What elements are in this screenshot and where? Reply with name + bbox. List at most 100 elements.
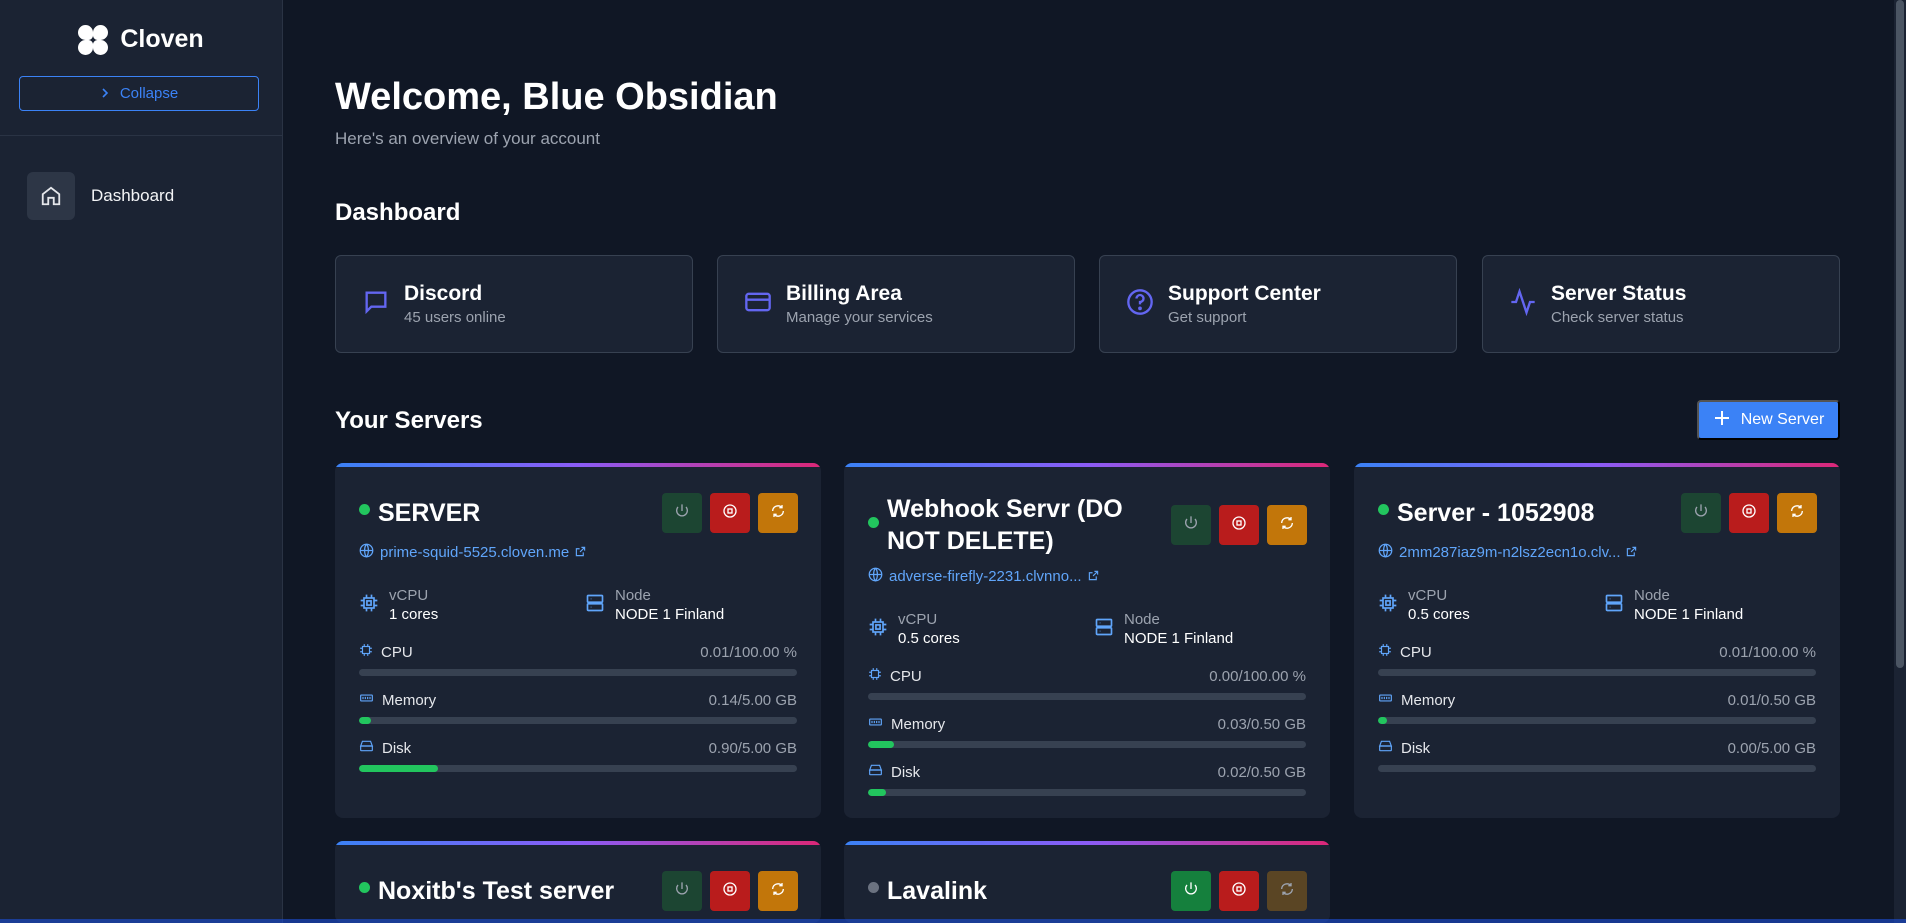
external-link-icon <box>1626 544 1637 561</box>
sidebar-divider <box>0 135 283 136</box>
stop-icon <box>722 503 738 524</box>
disk-meter: Disk 0.02/0.50 GB <box>868 763 1306 796</box>
server-card[interactable]: Webhook Servr (DO NOT DELETE) adverse-fi… <box>844 463 1330 818</box>
sidebar-item-label: Dashboard <box>91 186 175 205</box>
cpu-meter: CPU 0.01/100.00 % <box>359 643 797 676</box>
card-accent-bar <box>335 841 821 845</box>
power-button[interactable] <box>1171 871 1211 911</box>
discord-card[interactable]: Discord 45 users online <box>335 255 693 353</box>
meter-label: Memory <box>891 715 946 733</box>
meter-value: 0.00/100.00 % <box>1209 667 1306 685</box>
power-button[interactable] <box>662 493 702 533</box>
server-name: Server - 1052908 <box>1397 499 1595 527</box>
cpu-meter: CPU 0.00/100.00 % <box>868 667 1306 700</box>
power-button[interactable] <box>1171 505 1211 545</box>
spec-value: 0.5 cores <box>898 630 960 647</box>
restart-button[interactable] <box>1267 871 1307 911</box>
power-button[interactable] <box>662 871 702 911</box>
refresh-icon <box>770 503 786 524</box>
spec-value: NODE 1 Finland <box>615 606 725 623</box>
meter-label: Memory <box>382 691 437 709</box>
server-address-link[interactable]: 2mm287iaz9m-n2lsz2ecn1o.clv... <box>1378 543 1637 562</box>
cpu-chip-icon <box>1378 643 1392 661</box>
cpu-chip-icon <box>868 667 882 685</box>
stop-button[interactable] <box>710 871 750 911</box>
stop-button[interactable] <box>710 493 750 533</box>
chat-icon <box>362 288 390 321</box>
memory-meter: Memory 0.03/0.50 GB <box>868 715 1306 748</box>
restart-button[interactable] <box>758 871 798 911</box>
server-card[interactable]: Server - 1052908 2mm287iaz9m-n2lsz2ecn1o… <box>1354 463 1840 818</box>
spec-label: Node <box>615 587 651 604</box>
external-link-icon <box>1088 568 1099 585</box>
scrollbar-thumb[interactable] <box>1896 0 1904 668</box>
meter-label: CPU <box>1400 643 1432 661</box>
brand-name: Cloven <box>120 24 204 53</box>
card-subtitle: Check server status <box>1551 309 1684 326</box>
status-online-dot <box>1378 504 1389 515</box>
new-server-button[interactable]: New Server <box>1697 400 1840 440</box>
server-address-link[interactable]: prime-squid-5525.cloven.me <box>359 543 586 562</box>
meter-value: 0.00/5.00 GB <box>1727 739 1816 757</box>
plus-icon <box>1713 409 1731 432</box>
restart-button[interactable] <box>1267 505 1307 545</box>
card-title: Discord <box>404 282 483 305</box>
node-spec: Node NODE 1 Finland <box>1604 587 1743 623</box>
card-title: Support Center <box>1168 282 1321 305</box>
meter-value: 0.01/100.00 % <box>1719 643 1816 661</box>
card-subtitle: Get support <box>1168 309 1247 326</box>
power-icon <box>674 503 690 524</box>
memory-meter: Memory 0.14/5.00 GB <box>359 691 797 724</box>
new-server-label: New Server <box>1740 411 1825 428</box>
card-subtitle: Manage your services <box>786 309 933 326</box>
dashboard-heading: Dashboard <box>335 199 461 226</box>
server-address-link[interactable]: adverse-firefly-2231.clvnno... <box>868 567 1099 586</box>
stop-button[interactable] <box>1729 493 1769 533</box>
restart-button[interactable] <box>758 493 798 533</box>
spec-value: NODE 1 Finland <box>1634 606 1744 623</box>
server-card[interactable]: Lavalink <box>844 841 1330 923</box>
support-card[interactable]: Support Center Get support <box>1099 255 1457 353</box>
server-name: Lavalink <box>887 877 988 905</box>
billing-card[interactable]: Billing Area Manage your services <box>717 255 1075 353</box>
spec-value: 0.5 cores <box>1408 606 1470 623</box>
meter-fill <box>868 789 886 796</box>
collapse-button[interactable]: Collapse <box>19 76 259 111</box>
credit-card-icon <box>744 288 772 321</box>
collapse-label: Collapse <box>119 85 179 102</box>
server-rack-icon <box>1094 617 1114 642</box>
meter-label: Disk <box>1401 739 1431 757</box>
power-button[interactable] <box>1681 493 1721 533</box>
meter-value: 0.02/0.50 GB <box>1217 763 1306 781</box>
home-icon <box>27 172 75 220</box>
meter-value: 0.14/5.00 GB <box>708 691 797 709</box>
server-name: SERVER <box>378 499 481 527</box>
server-name: Webhook Servr (DO NOT DELETE) <box>887 495 1123 555</box>
spec-label: vCPU <box>389 587 429 604</box>
power-icon <box>1183 881 1199 902</box>
page-title: Welcome, Blue Obsidian <box>335 76 778 118</box>
stop-button[interactable] <box>1219 871 1259 911</box>
node-spec: Node NODE 1 Finland <box>585 587 724 623</box>
stop-icon <box>1231 881 1247 902</box>
disk-icon <box>1378 739 1393 757</box>
brand[interactable]: Cloven <box>0 0 282 80</box>
card-accent-bar <box>1354 463 1840 467</box>
disk-meter: Disk 0.00/5.00 GB <box>1378 739 1816 772</box>
server-rack-icon <box>1604 593 1624 618</box>
server-card[interactable]: Noxitb's Test server <box>335 841 821 923</box>
stop-button[interactable] <box>1219 505 1259 545</box>
card-accent-bar <box>844 841 1330 845</box>
disk-icon <box>359 739 374 757</box>
vertical-scrollbar[interactable] <box>1894 0 1906 923</box>
sidebar-item-dashboard[interactable]: Dashboard <box>27 172 174 220</box>
meter-label: Disk <box>382 739 412 757</box>
server-status-card[interactable]: Server Status Check server status <box>1482 255 1840 353</box>
activity-icon <box>1509 287 1537 321</box>
meter-value: 0.03/0.50 GB <box>1217 715 1306 733</box>
restart-button[interactable] <box>1777 493 1817 533</box>
cpu-chip-icon <box>359 643 373 661</box>
spec-label: Node <box>1634 587 1670 604</box>
refresh-icon <box>1279 515 1295 536</box>
server-card[interactable]: SERVER prime-squid-5525.cloven.me vCPU 1 … <box>335 463 821 818</box>
